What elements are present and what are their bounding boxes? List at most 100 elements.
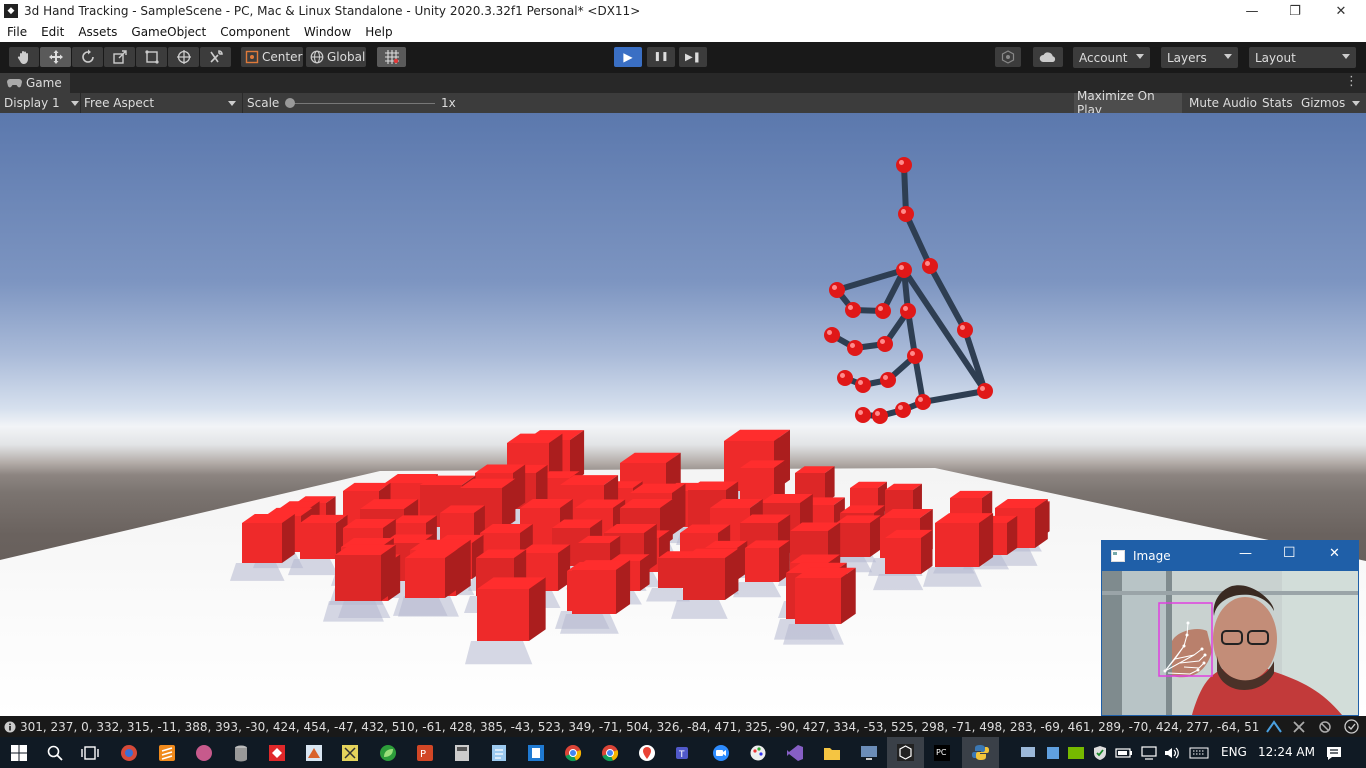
taskbar-app-8[interactable] xyxy=(376,741,400,765)
task-view-button[interactable] xyxy=(78,741,102,765)
taskbar-app-unity-active[interactable] xyxy=(887,737,924,768)
paint-icon xyxy=(750,745,766,761)
taskbar-app-chrome-1[interactable] xyxy=(561,741,585,765)
taskbar-app-teams[interactable]: T xyxy=(672,741,696,765)
red-cube xyxy=(335,544,396,601)
menu-edit[interactable]: Edit xyxy=(34,25,71,39)
taskbar-app-visual-studio[interactable] xyxy=(783,741,807,765)
space-global-button[interactable]: Global xyxy=(306,47,366,67)
taskbar-app-chrome-2[interactable] xyxy=(598,741,622,765)
taskbar-app-paint[interactable] xyxy=(746,741,770,765)
maximize-on-play-button[interactable]: Maximize On Play xyxy=(1074,89,1182,117)
move-tool-button[interactable] xyxy=(40,47,71,67)
mute-audio-button[interactable]: Mute Audio xyxy=(1186,93,1257,113)
grid-snap-button[interactable] xyxy=(377,47,406,67)
stats-button[interactable]: Stats xyxy=(1259,93,1293,113)
console-status-text[interactable]: 301, 237, 0, 332, 315, -11, 388, 393, -3… xyxy=(20,720,1260,734)
joint-highlight xyxy=(899,265,904,270)
image-max-button[interactable]: ☐ xyxy=(1283,545,1296,561)
svg-text:P: P xyxy=(420,749,426,760)
tray-battery[interactable] xyxy=(1112,741,1136,765)
notification-icon xyxy=(1327,747,1341,760)
tray-volume[interactable] xyxy=(1161,741,1185,765)
menu-gameobject[interactable]: GameObject xyxy=(124,25,213,39)
image-min-button[interactable]: — xyxy=(1239,546,1252,561)
taskbar-app-powerpoint[interactable]: P xyxy=(413,741,437,765)
taskbar-app-python-active[interactable] xyxy=(962,737,999,768)
pivot-center-button[interactable]: Center xyxy=(241,47,303,67)
joint-highlight xyxy=(899,160,904,165)
minimize-button[interactable]: — xyxy=(1229,0,1275,22)
gizmos-caret-icon[interactable] xyxy=(1352,101,1360,106)
taskbar-app-6[interactable] xyxy=(302,741,326,765)
image-window-titlebar[interactable]: Image — ☐ ✕ xyxy=(1102,541,1358,571)
cube-front-face xyxy=(335,555,381,601)
transform-tool-button[interactable] xyxy=(168,47,199,67)
rotate-tool-button[interactable] xyxy=(72,47,103,67)
step-button[interactable]: ▶❚ xyxy=(679,47,707,67)
taskbar-app-4[interactable] xyxy=(229,741,253,765)
taskbar-app-5[interactable] xyxy=(265,741,289,765)
taskbar-app-device[interactable] xyxy=(524,741,548,765)
joint-highlight xyxy=(858,410,863,415)
taskbar-app-pycharm[interactable]: PC xyxy=(930,741,954,765)
taskbar-app-maps[interactable] xyxy=(635,741,659,765)
tab-game[interactable]: Game xyxy=(0,73,70,93)
layers-dropdown[interactable]: Layers xyxy=(1161,47,1238,68)
cloud-button[interactable] xyxy=(1033,47,1063,67)
tray-nvidia[interactable] xyxy=(1064,741,1088,765)
taskbar-app-notes[interactable] xyxy=(487,741,511,765)
tray-keyboard[interactable] xyxy=(1187,741,1211,765)
rect-tool-button[interactable] xyxy=(136,47,167,67)
taskbar-app-explorer[interactable] xyxy=(820,741,844,765)
tab-menu-icon[interactable]: ⋮ xyxy=(1345,74,1358,89)
hand-tool-button[interactable] xyxy=(9,47,39,67)
collab-button[interactable] xyxy=(995,47,1021,67)
custom-tool-button[interactable] xyxy=(200,47,231,67)
gizmos-button[interactable]: Gizmos xyxy=(1298,93,1345,113)
taskbar-app-monitor[interactable] xyxy=(857,741,881,765)
taskbar-app-1[interactable] xyxy=(117,741,141,765)
pause-button[interactable]: ❚❚ xyxy=(647,47,675,67)
taskbar-app-3[interactable] xyxy=(192,741,216,765)
taskbar-app-calculator[interactable] xyxy=(450,741,474,765)
scale-slider-handle[interactable] xyxy=(285,98,295,108)
taskbar-app-zoom[interactable] xyxy=(709,741,733,765)
display-dropdown[interactable]: Display 1 xyxy=(4,93,79,113)
menu-help[interactable]: Help xyxy=(358,25,399,39)
menu-component[interactable]: Component xyxy=(213,25,297,39)
powerpoint-icon: P xyxy=(417,745,433,761)
clock[interactable]: 12:24 AM xyxy=(1258,745,1315,759)
search-button[interactable] xyxy=(43,741,67,765)
account-dropdown[interactable]: Account xyxy=(1073,47,1150,68)
restore-button[interactable]: ❐ xyxy=(1272,0,1318,22)
tray-app-1[interactable] xyxy=(1016,741,1040,765)
aspect-dropdown[interactable]: Free Aspect xyxy=(84,93,239,113)
start-button[interactable] xyxy=(7,741,31,765)
windows-taskbar: P T PC ENG 12:24 AM xyxy=(0,737,1366,768)
tray-security[interactable] xyxy=(1088,741,1112,765)
image-close-button[interactable]: ✕ xyxy=(1329,546,1340,561)
tray-network[interactable] xyxy=(1137,741,1161,765)
hand-joint xyxy=(875,303,891,319)
layout-dropdown[interactable]: Layout xyxy=(1249,47,1356,68)
hand-joint xyxy=(837,370,853,386)
menu-window[interactable]: Window xyxy=(297,25,358,39)
menu-file[interactable]: File xyxy=(0,25,34,39)
tray-app-2[interactable] xyxy=(1041,741,1065,765)
play-button[interactable]: ▶ xyxy=(614,47,642,67)
image-window[interactable]: Image — ☐ ✕ xyxy=(1101,540,1359,716)
hand-joint xyxy=(845,302,861,318)
taskbar-app-2[interactable] xyxy=(155,741,179,765)
scale-slider-track[interactable] xyxy=(288,103,435,104)
app-brain-icon xyxy=(196,745,212,761)
taskbar-app-7[interactable] xyxy=(338,741,362,765)
menu-assets[interactable]: Assets xyxy=(71,25,124,39)
cube-shadow xyxy=(465,641,533,665)
language-indicator[interactable]: ENG xyxy=(1221,745,1247,759)
notifications-button[interactable] xyxy=(1322,741,1346,765)
scale-tool-button[interactable] xyxy=(104,47,135,67)
joint-highlight xyxy=(878,306,883,311)
close-button[interactable]: ✕ xyxy=(1318,0,1364,22)
joint-highlight xyxy=(880,339,885,344)
